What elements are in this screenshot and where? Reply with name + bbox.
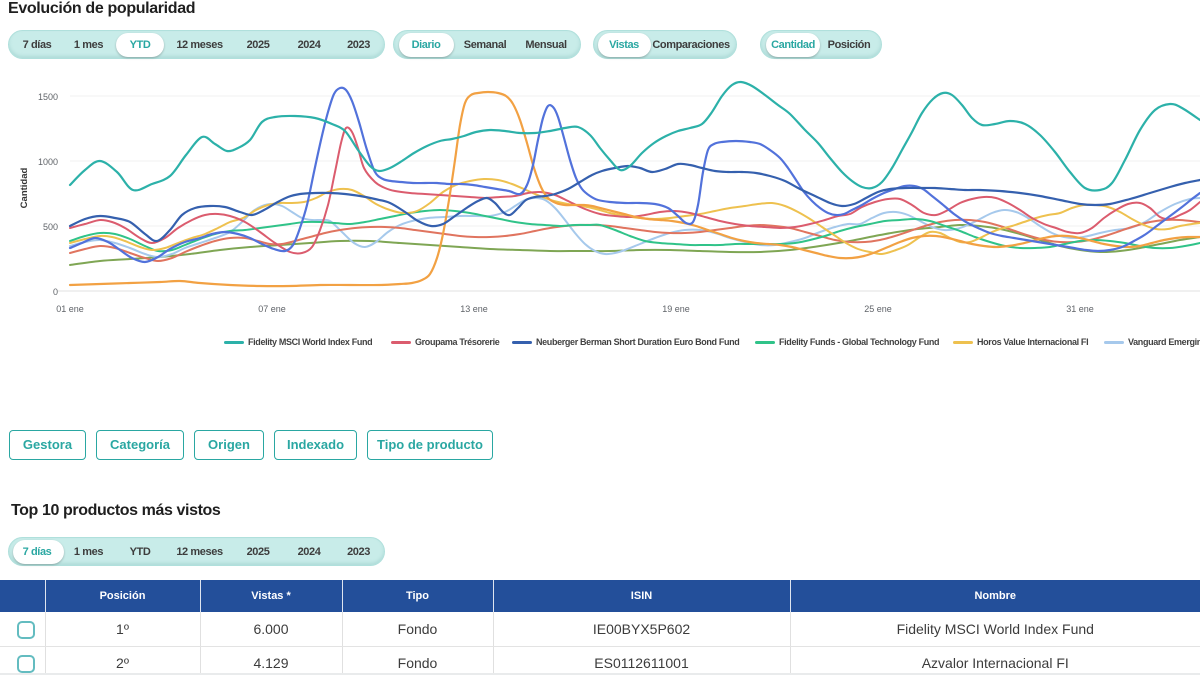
svg-text:0: 0	[53, 287, 58, 297]
svg-text:01 ene: 01 ene	[56, 304, 84, 314]
svg-text:19 ene: 19 ene	[662, 304, 690, 314]
svg-text:13 ene: 13 ene	[460, 304, 488, 314]
svg-text:1500: 1500	[38, 92, 58, 102]
svg-text:07 ene: 07 ene	[258, 304, 286, 314]
svg-text:Cantidad: Cantidad	[19, 167, 30, 208]
svg-text:31 ene: 31 ene	[1066, 304, 1094, 314]
svg-text:25 ene: 25 ene	[864, 304, 892, 314]
svg-text:1000: 1000	[38, 157, 58, 167]
svg-text:500: 500	[43, 222, 58, 232]
